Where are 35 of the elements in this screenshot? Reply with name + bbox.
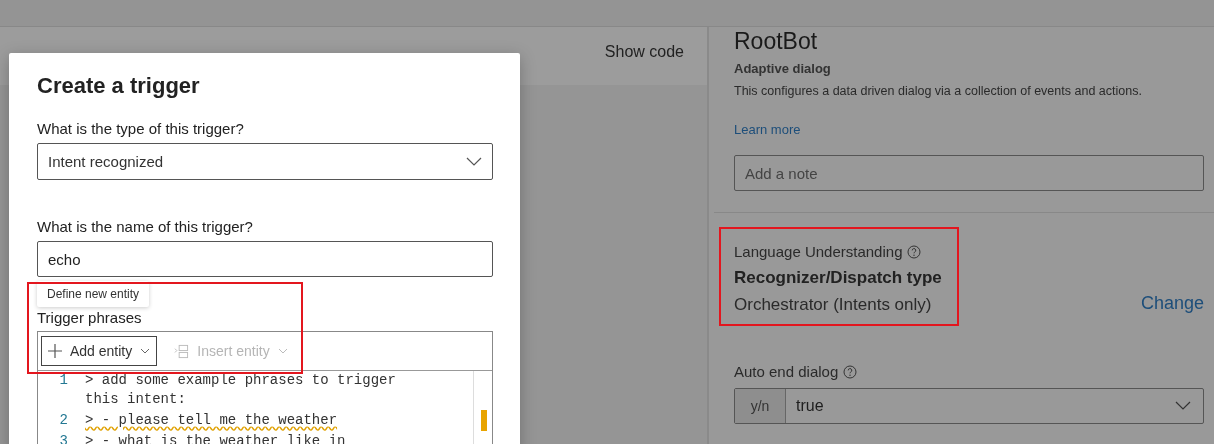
dialog-title: Create a trigger <box>37 73 201 99</box>
plus-icon <box>48 344 62 358</box>
field-label: Trigger phrases <box>37 309 143 326</box>
caret-icon <box>140 348 151 354</box>
tooltip: Define new entity <box>37 281 150 307</box>
recognizer-value: Orchestrator (Intents only) <box>734 295 933 315</box>
field-label: Auto end dialog <box>734 363 839 380</box>
scrollbar[interactable] <box>473 371 488 444</box>
show-code-button[interactable]: Show code <box>604 43 684 61</box>
panel-subtitle: Adaptive dialog <box>734 61 832 76</box>
help-icon[interactable] <box>907 244 922 259</box>
chevron-down-icon <box>1175 401 1191 411</box>
scroll-marker <box>481 410 487 431</box>
insert-icon <box>174 343 190 359</box>
line-number: 1 <box>58 371 69 390</box>
trigger-name-field[interactable]: echo <box>37 241 493 277</box>
chevron-down-icon <box>466 156 482 167</box>
trigger-type-dropdown[interactable]: Intent recognized <box>37 143 493 180</box>
recognizer-heading: Recognizer/Dispatch type <box>734 268 942 288</box>
type-prefix: y/n <box>735 389 786 423</box>
panel-description: This configures a data driven dialog via a collection of events and actions. <box>734 84 1143 98</box>
add-entity-button[interactable]: Add entity <box>41 336 158 366</box>
caret-icon <box>277 348 288 354</box>
line-number: 2 <box>58 411 69 430</box>
learn-more-link[interactable]: Learn more <box>734 122 801 137</box>
code-line: > add some example phrases to trigger this intent: <box>85 371 397 409</box>
auto-end-dropdown[interactable]: y/n true <box>734 388 1204 424</box>
change-link[interactable]: Change <box>1140 293 1204 314</box>
section-label: Language Understanding <box>734 243 903 260</box>
code-line: > - please tell me the weather <box>85 411 339 430</box>
help-icon[interactable] <box>843 364 858 379</box>
note-field[interactable]: Add a note <box>734 155 1204 191</box>
field-label: What is the name of this trigger? <box>37 218 254 235</box>
field-label: What is the type of this trigger? <box>37 120 245 137</box>
panel-title: RootBot <box>734 27 819 55</box>
